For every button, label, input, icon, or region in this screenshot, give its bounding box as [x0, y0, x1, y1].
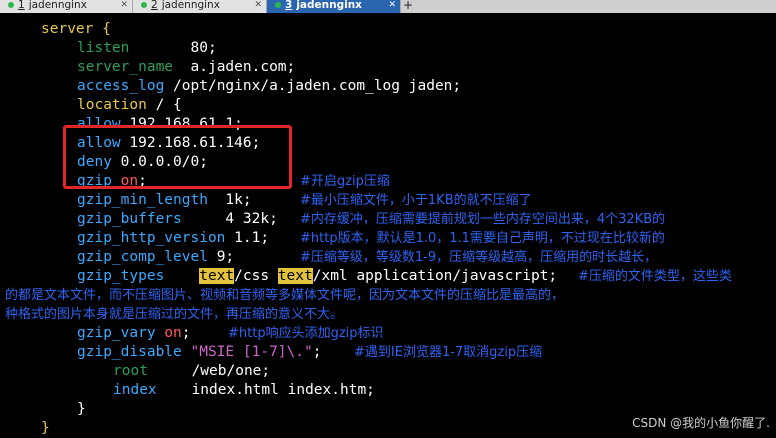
status-dot-icon	[8, 1, 14, 8]
code-comment: #http版本，默认是1.0，1.1需要自己声明，不过现在比较新的	[300, 231, 665, 246]
tab-2[interactable]: 2 jadennginx ✕	[133, 0, 267, 13]
status-dot-icon	[141, 1, 147, 8]
close-tab-icon[interactable]: ✕	[254, 0, 262, 11]
watermark: CSDN @我的小鱼你醒了.	[632, 416, 770, 430]
code-comment: #压缩的文件类型，这些类	[578, 269, 732, 284]
code-comment: #内存缓冲，压缩需要提前规划一些内存空间出来，4个32KB的	[300, 212, 666, 227]
close-tab-icon[interactable]: ✕	[388, 0, 396, 11]
code-comment: #开启gzip压缩	[300, 174, 390, 189]
code-comment: #压缩等级，等级数1-9，压缩等级越高，压缩用的时长越长，	[300, 250, 658, 265]
new-tab-button[interactable]: +	[401, 0, 415, 13]
code-line: gzip_buffers 4 32k;	[77, 211, 278, 227]
tab-3[interactable]: 3 jadennginx ✕	[267, 0, 401, 13]
code-comment: #遇到IE浏览器1-7取消gzip压缩	[354, 345, 543, 360]
code-line: gzip_disable "MSIE [1-7]\.";	[77, 344, 322, 360]
tab-bar: 1 jadennginx ✕ 2 jadennginx ✕ 3 jadennginx …	[0, 0, 776, 14]
status-dot-icon	[275, 1, 281, 8]
tab-1[interactable]: 1 jadennginx ✕	[0, 0, 133, 13]
code-line: gzip_types text/css text/xml application…	[77, 268, 558, 284]
code-line: location / {	[77, 97, 182, 113]
code-line: access_log /opt/nginx/a.jaden.com_log ja…	[77, 78, 462, 94]
close-tab-icon[interactable]: ✕	[120, 0, 128, 11]
search-highlight: text	[199, 268, 235, 284]
tab-label: jadennginx	[296, 0, 362, 11]
code-line: index index.html index.htm;	[113, 382, 375, 398]
code-line: listen 80;	[77, 40, 217, 56]
code-line: }	[41, 420, 50, 436]
code-line: gzip_comp_level 9;	[77, 249, 235, 265]
code-comment: 的都是文本文件，而不压缩图片、视频和音频等多媒体文件呢，因为文本文件的压缩比是最…	[5, 288, 565, 303]
code-comment: 种格式的图片本身就是压缩过的文件，再压缩的意义不大。	[5, 307, 344, 322]
search-highlight: text	[277, 268, 313, 284]
code-comment: #最小压缩文件，小于1KB的就不压缩了	[300, 193, 532, 208]
code-line: gzip_http_version 1.1;	[77, 230, 270, 246]
code-line: }	[77, 401, 86, 417]
code-line: root /web/one;	[113, 363, 271, 379]
tab-label: jadennginx	[28, 0, 87, 11]
code-line: server {	[41, 21, 111, 37]
code-comment: #http响应头添加gzip标识	[228, 326, 384, 341]
code-line: gzip_min_length 1k;	[77, 192, 252, 208]
editor-area[interactable]: server { listen 80; server_name a.jaden.…	[0, 13, 776, 437]
tab-label: jadennginx	[161, 0, 220, 11]
code-line: server_name a.jaden.com;	[77, 59, 296, 75]
code-line: gzip_vary on;	[77, 325, 191, 341]
annotation-box	[63, 125, 292, 189]
